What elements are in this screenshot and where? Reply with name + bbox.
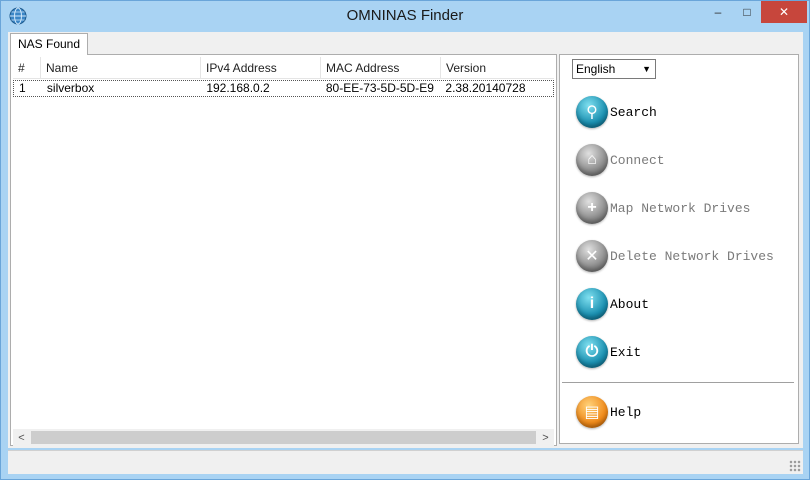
column-header-name[interactable]: Name	[41, 57, 201, 79]
home-icon: ⌂	[576, 144, 608, 176]
column-header-number[interactable]: #	[13, 57, 41, 79]
plus-icon: +	[576, 192, 608, 224]
about-button[interactable]: i About	[576, 287, 649, 321]
nas-list-panel: # Name IPv4 Address MAC Address Version …	[10, 54, 557, 446]
chevron-down-icon: ▼	[642, 64, 651, 74]
cell-number: 1	[19, 81, 26, 95]
delete-network-drives-label: Delete Network Drives	[610, 248, 774, 264]
map-network-drives-button[interactable]: + Map Network Drives	[576, 191, 750, 225]
column-header-mac[interactable]: MAC Address	[321, 57, 441, 79]
cell-version: 2.38.20140728	[445, 81, 526, 95]
language-selected: English	[576, 62, 616, 76]
search-label: Search	[610, 104, 657, 120]
title-bar[interactable]: OMNINAS Finder – □ ✕	[1, 1, 809, 31]
divider	[562, 382, 794, 383]
x-icon: ✕	[576, 240, 608, 272]
table-row[interactable]: 1 silverbox 192.168.0.2 80-EE-73-5D-5D-E…	[13, 80, 554, 97]
map-network-drives-label: Map Network Drives	[610, 200, 751, 216]
app-window: OMNINAS Finder – □ ✕ NAS Found # Name IP…	[0, 0, 810, 480]
tab-nas-found[interactable]: NAS Found	[10, 33, 89, 55]
book-icon: ▤	[576, 396, 608, 428]
connect-button[interactable]: ⌂ Connect	[576, 143, 665, 177]
scroll-thumb[interactable]	[31, 431, 536, 444]
exit-label: Exit	[610, 344, 642, 360]
status-bar	[8, 450, 803, 474]
window-title: OMNINAS Finder	[346, 7, 464, 24]
delete-network-drives-button[interactable]: ✕ Delete Network Drives	[576, 239, 774, 273]
client-area: NAS Found # Name IPv4 Address MAC Addres…	[8, 32, 803, 448]
scroll-left-button[interactable]: <	[13, 429, 30, 446]
minimize-button[interactable]: –	[703, 1, 733, 23]
cell-name: silverbox	[46, 81, 95, 95]
exit-button[interactable]: ⏻ Exit	[576, 335, 641, 369]
language-select[interactable]: English ▼	[572, 59, 656, 79]
info-icon: i	[576, 288, 608, 320]
connect-label: Connect	[610, 152, 665, 168]
help-button[interactable]: ▤ Help	[576, 395, 641, 429]
close-button[interactable]: ✕	[761, 1, 807, 23]
resize-grip-icon[interactable]	[789, 460, 801, 472]
cell-mac: 80-EE-73-5D-5D-E9	[325, 81, 434, 95]
column-header-ipv4[interactable]: IPv4 Address	[201, 57, 321, 79]
list-header: # Name IPv4 Address MAC Address Version	[13, 57, 554, 79]
cell-ipv4: 192.168.0.2	[206, 81, 270, 95]
search-icon: ⚲	[576, 96, 608, 128]
about-label: About	[610, 296, 650, 312]
search-button[interactable]: ⚲ Search	[576, 95, 657, 129]
help-label: Help	[610, 404, 642, 420]
maximize-button[interactable]: □	[733, 1, 761, 23]
actions-panel: English ▼ ⚲ Search ⌂ Connect + Map Netwo…	[559, 54, 799, 444]
column-header-version[interactable]: Version	[441, 57, 554, 79]
horizontal-scrollbar[interactable]: < >	[13, 429, 554, 446]
power-icon: ⏻	[576, 336, 608, 368]
scroll-right-button[interactable]: >	[537, 429, 554, 446]
